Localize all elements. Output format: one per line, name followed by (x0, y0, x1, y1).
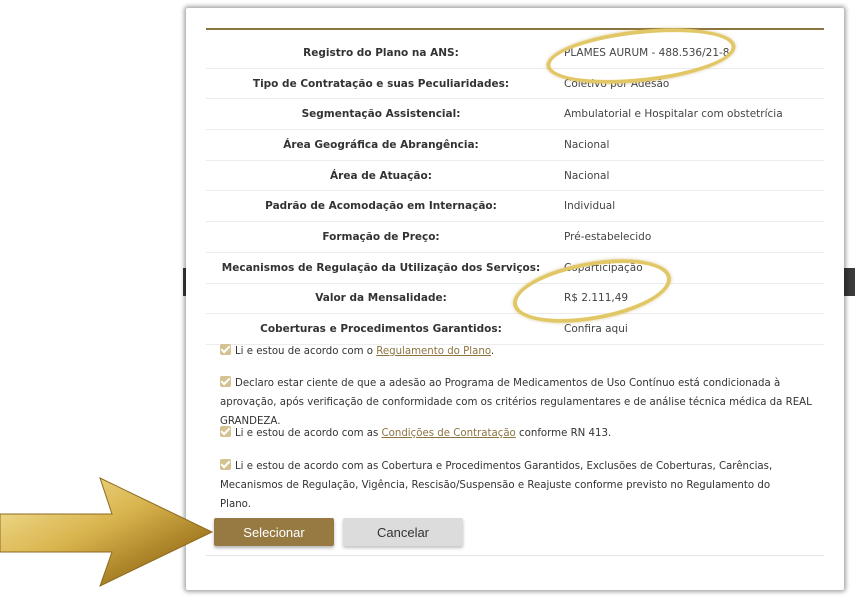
label-area-atuacao: Área de Atuação: (330, 169, 432, 182)
modal-top-divider (206, 28, 824, 30)
agreement-condicoes: Li e estou de acordo com as Condições de… (220, 424, 820, 443)
agreement-regulamento: Li e estou de acordo com o Regulamento d… (220, 342, 820, 361)
agreement-medicamentos: Declaro estar ciente de que a adesão ao … (220, 374, 825, 431)
value-area-abrangencia: Nacional (564, 138, 610, 151)
value-coberturas: Confira aqui (556, 323, 824, 335)
value-acomodacao: Individual (564, 200, 616, 213)
checkbox-condicoes[interactable] (220, 426, 231, 437)
row-acomodacao: Padrão de Acomodação em Internação: Indi… (206, 191, 824, 223)
row-area-atuacao: Área de Atuação: Nacional (206, 161, 824, 192)
label-segmentacao: Segmentação Assistencial: (301, 108, 461, 121)
coberturas-link[interactable]: Confira aqui (564, 323, 628, 335)
value-area-atuacao: Nacional (564, 169, 610, 182)
agreement-medicamentos-text: Declaro estar ciente de que a adesão ao … (220, 378, 812, 427)
modal-bottom-divider (206, 555, 824, 556)
row-area-abrangencia: Área Geográfica de Abrangência: Nacional (206, 130, 824, 161)
label-acomodacao: Padrão de Acomodação em Internação: (265, 200, 497, 213)
agreement-coberturas-text: Li e estou de acordo com as Cobertura e … (220, 461, 773, 510)
row-tipo-contratacao: Tipo de Contratação e suas Peculiaridade… (206, 69, 824, 100)
label-tipo-contratacao: Tipo de Contratação e suas Peculiaridade… (252, 77, 510, 90)
agreement-condicoes-suffix: conforme RN 413. (515, 428, 612, 439)
label-registro: Registro do Plano na ANS: (303, 46, 459, 59)
select-button[interactable]: Selecionar (214, 518, 334, 546)
agreement-condicoes-prefix: Li e estou de acordo com as (235, 428, 382, 439)
agreement-regulamento-prefix: Li e estou de acordo com o (235, 346, 377, 357)
agreement-regulamento-suffix: . (490, 346, 495, 357)
condicoes-link[interactable]: Condições de Contratação (382, 428, 516, 439)
label-valor-mensalidade: Valor da Mensalidade: (315, 292, 447, 305)
label-area-abrangencia: Área Geográfica de Abrangência: (283, 138, 479, 151)
value-segmentacao: Ambulatorial e Hospitalar com obstetríci… (564, 108, 783, 121)
label-coberturas: Coberturas e Procedimentos Garantidos: (260, 323, 502, 336)
checkbox-regulamento[interactable] (220, 344, 231, 355)
value-formacao-preco: Pré-estabelecido (564, 230, 652, 243)
cancel-button[interactable]: Cancelar (343, 518, 463, 546)
checkbox-medicamentos[interactable] (220, 376, 231, 387)
agreement-coberturas: Li e estou de acordo com as Cobertura e … (220, 457, 780, 514)
row-segmentacao: Segmentação Assistencial: Ambulatorial e… (206, 99, 824, 131)
gold-arrow-icon (0, 477, 214, 587)
label-formacao-preco: Formação de Preço: (322, 230, 440, 243)
label-mecanismos-regulacao: Mecanismos de Regulação da Utilização do… (221, 261, 541, 274)
row-coberturas: Coberturas e Procedimentos Garantidos: C… (206, 314, 824, 345)
checkbox-coberturas[interactable] (220, 459, 231, 470)
row-mecanismos-regulacao: Mecanismos de Regulação da Utilização do… (206, 253, 824, 284)
regulamento-link[interactable]: Regulamento do Plano (376, 346, 491, 357)
row-formacao-preco: Formação de Preço: Pré-estabelecido (206, 222, 824, 253)
